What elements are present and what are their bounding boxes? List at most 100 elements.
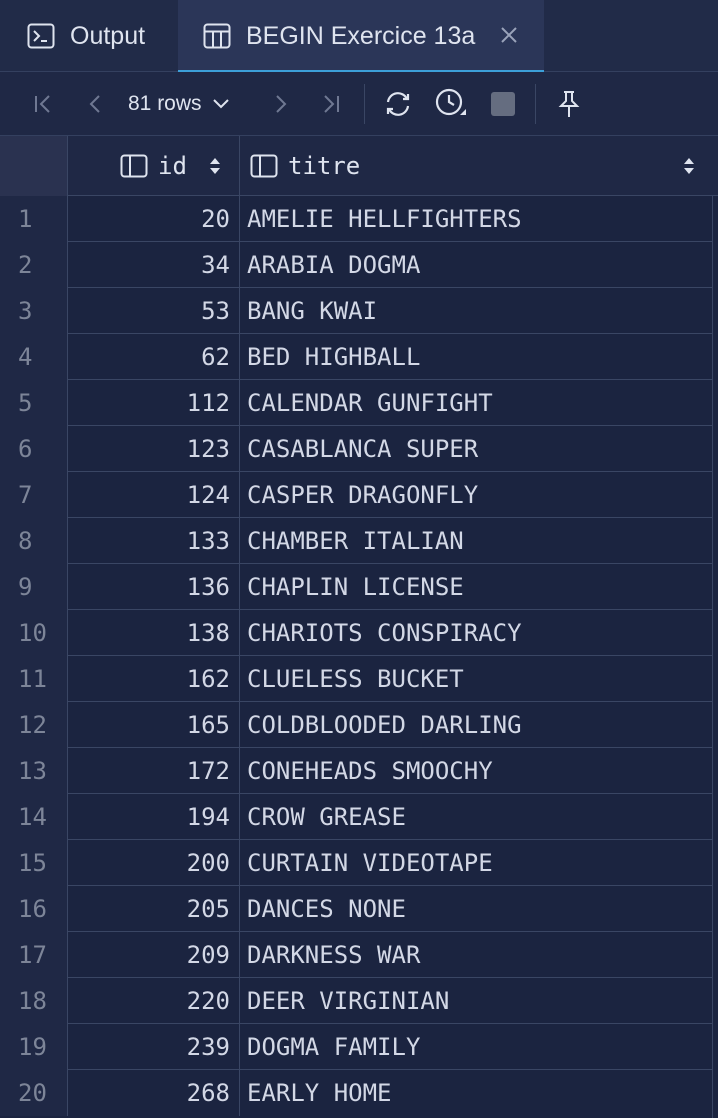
cell-titre[interactable]: AMELIE HELLFIGHTERS (240, 196, 712, 242)
cell-titre[interactable]: EARLY HOME (240, 1070, 712, 1116)
cell-titre[interactable]: CLUELESS BUCKET (240, 656, 712, 702)
refresh-button[interactable] (380, 72, 416, 136)
row-number[interactable]: 18 (0, 978, 68, 1024)
cell-titre[interactable]: DARKNESS WAR (240, 932, 712, 978)
pin-tab-button[interactable] (552, 72, 586, 136)
cell-id[interactable]: 172 (68, 748, 240, 794)
row-number[interactable]: 1 (0, 196, 68, 242)
cell-titre[interactable]: BED HIGHBALL (240, 334, 712, 380)
sort-icon[interactable] (682, 156, 696, 176)
cell-titre[interactable]: BANG KWAI (240, 288, 712, 334)
table-row[interactable]: 20 268 EARLY HOME (0, 1070, 712, 1116)
table-row[interactable]: 6 123 CASABLANCA SUPER (0, 426, 712, 472)
row-number[interactable]: 20 (0, 1070, 68, 1116)
table-row[interactable]: 10 138 CHARIOTS CONSPIRACY (0, 610, 712, 656)
row-number[interactable]: 10 (0, 610, 68, 656)
row-number[interactable]: 5 (0, 380, 68, 426)
row-number[interactable]: 15 (0, 840, 68, 886)
first-page-button[interactable] (28, 72, 58, 136)
table-row[interactable]: 2 34 ARABIA DOGMA (0, 242, 712, 288)
cell-id[interactable]: 62 (68, 334, 240, 380)
table-icon (202, 21, 232, 51)
cell-titre[interactable]: CASPER DRAGONFLY (240, 472, 712, 518)
cell-id[interactable]: 268 (68, 1070, 240, 1116)
cell-id[interactable]: 209 (68, 932, 240, 978)
table-row[interactable]: 13 172 CONEHEADS SMOOCHY (0, 748, 712, 794)
table-row[interactable]: 11 162 CLUELESS BUCKET (0, 656, 712, 702)
close-icon[interactable] (496, 22, 522, 48)
table-row[interactable]: 3 53 BANG KWAI (0, 288, 712, 334)
column-header-titre-label: titre (288, 152, 361, 180)
cell-titre[interactable]: CURTAIN VIDEOTAPE (240, 840, 712, 886)
column-header-titre[interactable]: titre (240, 136, 712, 196)
grid-corner-cell[interactable] (0, 136, 68, 196)
pin-icon (558, 91, 580, 117)
cell-id[interactable]: 53 (68, 288, 240, 334)
cell-titre[interactable]: DOGMA FAMILY (240, 1024, 712, 1070)
table-row[interactable]: 14 194 CROW GREASE (0, 794, 712, 840)
row-number[interactable]: 14 (0, 794, 68, 840)
row-number[interactable]: 12 (0, 702, 68, 748)
tab-begin-exercice-13a[interactable]: BEGIN Exercice 13a (178, 0, 544, 73)
table-row[interactable]: 18 220 DEER VIRGINIAN (0, 978, 712, 1024)
cell-titre[interactable]: CONEHEADS SMOOCHY (240, 748, 712, 794)
row-number[interactable]: 11 (0, 656, 68, 702)
row-number[interactable]: 8 (0, 518, 68, 564)
grid-header: id titre (0, 136, 718, 196)
table-row[interactable]: 9 136 CHAPLIN LICENSE (0, 564, 712, 610)
sort-icon[interactable] (208, 156, 222, 176)
row-number[interactable]: 9 (0, 564, 68, 610)
cell-titre[interactable]: CHARIOTS CONSPIRACY (240, 610, 712, 656)
previous-page-button[interactable] (80, 72, 110, 136)
cell-id[interactable]: 123 (68, 426, 240, 472)
cell-id[interactable]: 34 (68, 242, 240, 288)
row-number[interactable]: 2 (0, 242, 68, 288)
cell-id[interactable]: 205 (68, 886, 240, 932)
cell-titre[interactable]: CHAMBER ITALIAN (240, 518, 712, 564)
table-row[interactable]: 1 20 AMELIE HELLFIGHTERS (0, 196, 712, 242)
cell-titre[interactable]: CHAPLIN LICENSE (240, 564, 712, 610)
cell-titre[interactable]: CROW GREASE (240, 794, 712, 840)
table-row[interactable]: 7 124 CASPER DRAGONFLY (0, 472, 712, 518)
row-number[interactable]: 7 (0, 472, 68, 518)
cell-titre[interactable]: CASABLANCA SUPER (240, 426, 712, 472)
cell-id[interactable]: 20 (68, 196, 240, 242)
table-row[interactable]: 12 165 COLDBLOODED DARLING (0, 702, 712, 748)
cell-id[interactable]: 239 (68, 1024, 240, 1070)
table-row[interactable]: 16 205 DANCES NONE (0, 886, 712, 932)
row-count-dropdown[interactable]: 81 rows (128, 72, 252, 136)
cell-id[interactable]: 165 (68, 702, 240, 748)
cell-id[interactable]: 220 (68, 978, 240, 1024)
cell-id[interactable]: 162 (68, 656, 240, 702)
table-row[interactable]: 17 209 DARKNESS WAR (0, 932, 712, 978)
table-row[interactable]: 15 200 CURTAIN VIDEOTAPE (0, 840, 712, 886)
cell-id[interactable]: 194 (68, 794, 240, 840)
row-number[interactable]: 17 (0, 932, 68, 978)
cell-id[interactable]: 138 (68, 610, 240, 656)
cell-id[interactable]: 136 (68, 564, 240, 610)
cell-titre[interactable]: CALENDAR GUNFIGHT (240, 380, 712, 426)
cell-id[interactable]: 133 (68, 518, 240, 564)
cell-titre[interactable]: COLDBLOODED DARLING (240, 702, 712, 748)
cell-titre[interactable]: ARABIA DOGMA (240, 242, 712, 288)
table-row[interactable]: 4 62 BED HIGHBALL (0, 334, 712, 380)
row-number[interactable]: 13 (0, 748, 68, 794)
cell-titre[interactable]: DANCES NONE (240, 886, 712, 932)
table-row[interactable]: 19 239 DOGMA FAMILY (0, 1024, 712, 1070)
row-number[interactable]: 16 (0, 886, 68, 932)
row-number[interactable]: 19 (0, 1024, 68, 1070)
cell-id[interactable]: 124 (68, 472, 240, 518)
history-button[interactable] (432, 72, 470, 136)
row-number[interactable]: 4 (0, 334, 68, 380)
last-page-button[interactable] (316, 72, 346, 136)
table-row[interactable]: 8 133 CHAMBER ITALIAN (0, 518, 712, 564)
stop-button[interactable] (488, 72, 518, 136)
cell-titre[interactable]: DEER VIRGINIAN (240, 978, 712, 1024)
row-number[interactable]: 6 (0, 426, 68, 472)
next-page-button[interactable] (266, 72, 296, 136)
table-row[interactable]: 5 112 CALENDAR GUNFIGHT (0, 380, 712, 426)
row-number[interactable]: 3 (0, 288, 68, 334)
cell-id[interactable]: 112 (68, 380, 240, 426)
tab-output[interactable]: Output (26, 0, 145, 72)
cell-id[interactable]: 200 (68, 840, 240, 886)
